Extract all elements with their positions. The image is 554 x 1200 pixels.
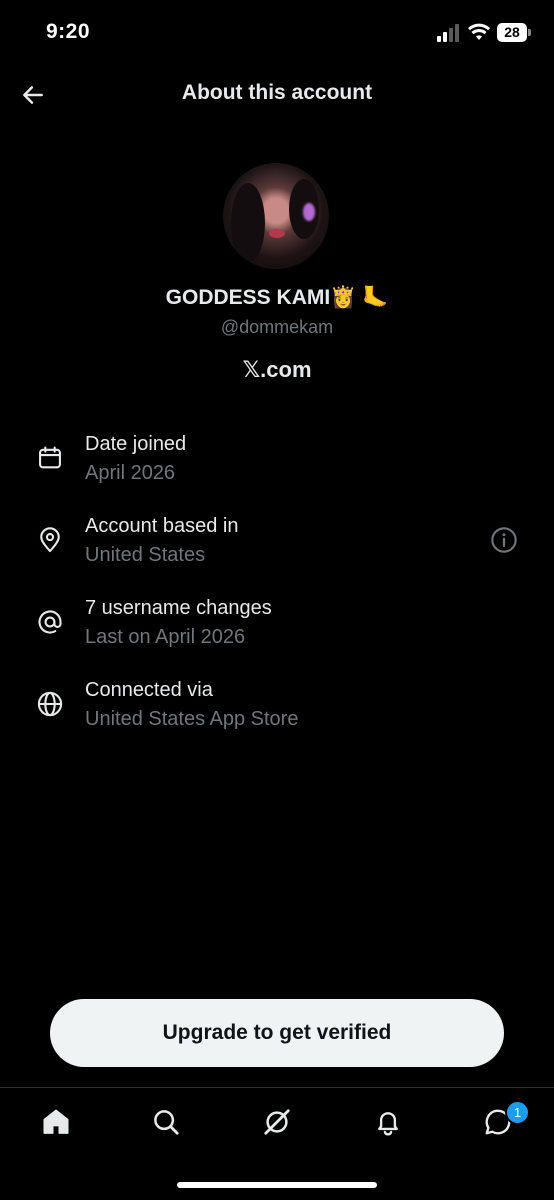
info-button[interactable] — [488, 524, 520, 556]
display-name: GODDESS KAMI👸 🦶 — [165, 286, 389, 309]
info-row-value: United States — [85, 544, 206, 566]
search-icon — [154, 1110, 179, 1135]
info-row-connected-via: Connected via United States App Store — [0, 674, 554, 744]
info-row-date-joined: Date joined April 2026 — [0, 428, 554, 498]
info-row-username-changes: 7 username changes Last on April 2026 — [0, 592, 554, 662]
site-label: 𝕏.com — [242, 357, 312, 382]
info-row-value: Last on April 2026 — [85, 626, 246, 648]
nav-home[interactable] — [34, 1100, 78, 1144]
home-indicator[interactable] — [177, 1182, 377, 1188]
upgrade-verified-button[interactable]: Upgrade to get verified — [50, 999, 504, 1067]
info-row-title: Connected via — [85, 679, 213, 701]
globe-icon — [34, 688, 66, 720]
info-row-account-location: Account based in United States — [0, 510, 554, 580]
wifi-icon — [468, 23, 490, 40]
info-row-title: Account based in — [85, 515, 239, 537]
signal-icon — [437, 24, 459, 42]
nav-grok[interactable] — [255, 1100, 299, 1144]
battery-level: 28 — [497, 23, 527, 42]
user-handle: @dommekam — [220, 317, 334, 337]
info-row-value: April 2026 — [85, 462, 176, 484]
grok-icon — [264, 1109, 290, 1135]
nav-divider — [0, 1087, 554, 1088]
status-time: 9:20 — [46, 20, 91, 43]
calendar-icon — [34, 442, 66, 474]
messages-badge: 1 — [505, 1100, 530, 1125]
notifications-bell-icon — [378, 1112, 398, 1136]
info-icon — [491, 527, 517, 553]
info-row-title: 7 username changes — [85, 597, 272, 619]
home-icon — [43, 1109, 69, 1134]
at-sign-icon — [34, 606, 66, 638]
info-row-value: United States App Store — [85, 708, 299, 730]
location-pin-icon — [34, 524, 66, 556]
info-row-title: Date joined — [85, 433, 187, 455]
nav-search[interactable] — [144, 1100, 188, 1144]
battery-icon: 28 — [497, 23, 533, 42]
nav-notifications[interactable] — [366, 1100, 410, 1144]
avatar[interactable] — [223, 163, 329, 269]
page-title: About this account — [181, 81, 373, 104]
